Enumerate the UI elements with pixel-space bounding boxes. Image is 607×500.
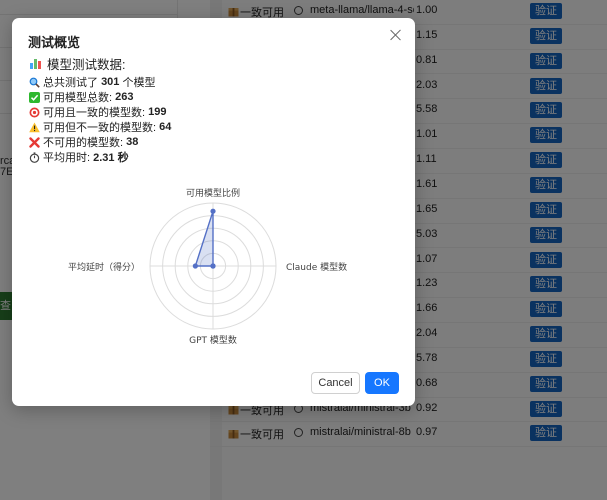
section-heading-text: 模型测试数据:	[47, 57, 126, 72]
warning-icon	[29, 122, 40, 133]
magnifier-icon	[29, 77, 40, 88]
modal-title: 测试概览	[28, 35, 81, 50]
radar-data-point	[210, 208, 216, 214]
stat-total-before: 总共测试了	[43, 77, 98, 89]
stat-total-after: 个模型	[122, 77, 156, 89]
stat-average-time-label: 平均用时:	[43, 152, 91, 164]
stat-unavailable-value: 38	[126, 136, 139, 148]
radar-indicator-label: 平均延时（得分）	[68, 261, 140, 273]
stat-inconsistent-label: 可用但不一致的模型数:	[43, 122, 157, 134]
stat-total: 总共测试了 301 个模型	[29, 75, 155, 89]
radar-chart: 可用模型比例 Claude 模型数 GPT 模型数 平均延时（得分）	[68, 187, 347, 346]
stat-available-value: 263	[115, 91, 134, 103]
radar-indicator-label: GPT 模型数	[189, 334, 237, 346]
radar-indicator-label: 可用模型比例	[186, 187, 240, 199]
radar-data-point	[192, 263, 198, 269]
close-icon[interactable]	[389, 28, 403, 42]
radar-indicator-label: Claude 模型数	[286, 261, 347, 273]
stat-available: 可用模型总数: 263	[29, 90, 133, 104]
test-overview-modal: 测试概览 模型测试数据: 总共测试了 301 个模型 可用模型总数: 263 可…	[12, 18, 415, 406]
cancel-button[interactable]: Cancel	[311, 372, 360, 394]
stat-unavailable: 不可用的模型数: 38	[29, 135, 138, 149]
ok-button[interactable]: OK	[365, 372, 399, 394]
stat-inconsistent: 可用但不一致的模型数: 64	[29, 120, 171, 134]
radar-series-area	[194, 210, 214, 267]
stat-consistent: 可用且一致的模型数: 199	[29, 105, 166, 119]
stat-consistent-value: 199	[148, 106, 167, 118]
stat-consistent-label: 可用且一致的模型数:	[43, 107, 146, 119]
cross-icon	[29, 136, 40, 148]
target-icon	[29, 107, 40, 118]
stopwatch-icon	[29, 151, 40, 163]
stat-available-label: 可用模型总数:	[43, 92, 113, 104]
radar-data-point	[210, 263, 216, 269]
stat-average-time: 平均用时: 2.31 秒	[29, 150, 129, 164]
stat-inconsistent-value: 64	[159, 121, 172, 133]
check-box-icon	[29, 91, 40, 103]
stat-average-time-value: 2.31 秒	[93, 152, 129, 164]
section-heading: 模型测试数据:	[29, 55, 126, 72]
stat-total-value: 301	[101, 76, 120, 88]
stat-unavailable-label: 不可用的模型数:	[43, 137, 124, 149]
bar-chart-icon	[29, 57, 42, 70]
